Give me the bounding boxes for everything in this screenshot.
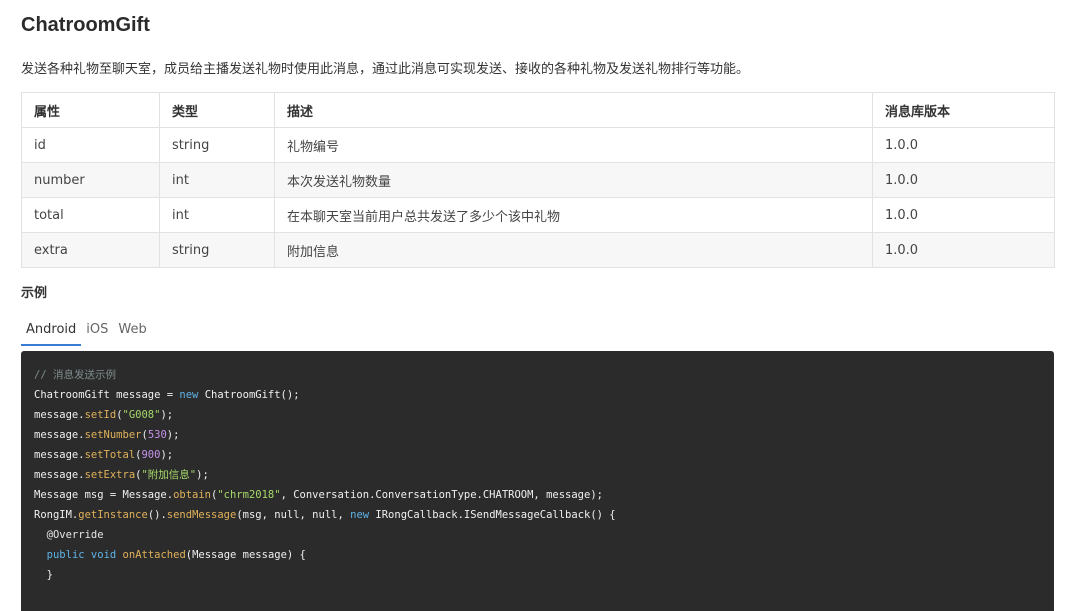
code-token: onAttached — [122, 549, 186, 561]
column-header-property: 属性 — [21, 92, 160, 128]
code-token: ); — [160, 449, 174, 461]
cell-type: int — [159, 162, 275, 198]
code-line: Message msg = Message.obtain("chrm2018",… — [34, 485, 1041, 505]
cell-description: 礼物编号 — [274, 127, 873, 163]
code-token: public — [46, 549, 85, 561]
code-token: new — [350, 509, 370, 521]
code-token: getInstance — [78, 509, 148, 521]
cell-description: 附加信息 — [274, 232, 873, 268]
cell-property: extra — [21, 232, 160, 268]
code-token: message. — [34, 429, 85, 441]
code-token: } — [34, 569, 53, 581]
code-token: (msg, null, null, — [236, 509, 351, 521]
example-section-title: 示例 — [21, 286, 48, 301]
column-header-description: 描述 — [274, 92, 873, 128]
code-token: ChatroomGift(); — [198, 389, 300, 401]
table-row: extra string 附加信息 1.0.0 — [21, 232, 1055, 268]
code-line: message.setExtra("附加信息"); — [34, 465, 1041, 485]
code-line: @Override — [34, 525, 1041, 545]
cell-property: total — [21, 197, 160, 233]
cell-type: int — [159, 197, 275, 233]
code-line: } — [34, 565, 1041, 585]
cell-version: 1.0.0 — [872, 162, 1055, 198]
code-token: setId — [84, 409, 117, 421]
code-token: sendMessage — [166, 509, 237, 521]
code-token: (). — [147, 509, 167, 521]
code-token: ); — [166, 429, 180, 441]
tab-ios[interactable]: iOS — [81, 320, 113, 346]
cell-description: 本次发送礼物数量 — [274, 162, 873, 198]
code-token: IRongCallback.ISendMessageCallback() { — [369, 509, 616, 521]
code-token: ); — [160, 409, 174, 421]
cell-type: string — [159, 232, 275, 268]
code-line: // 消息发送示例 — [34, 365, 1041, 385]
code-token: 530 — [147, 429, 167, 441]
code-token: void — [90, 549, 117, 561]
code-token: setExtra — [84, 469, 136, 481]
code-token: // 消息发送示例 — [34, 369, 116, 381]
code-token: obtain — [173, 489, 212, 501]
code-token: "chrm2018" — [217, 489, 281, 501]
tab-android[interactable]: Android — [21, 320, 82, 346]
doc-page: ChatroomGift 发送各种礼物至聊天室，成员给主播发送礼物时使用此消息，… — [0, 0, 1080, 611]
code-token: new — [179, 389, 199, 401]
code-line: RongIM.getInstance().sendMessage(msg, nu… — [34, 505, 1041, 525]
code-line: message.setId("G008"); — [34, 405, 1041, 425]
page-title: ChatroomGift — [21, 14, 150, 36]
table-row: number int 本次发送礼物数量 1.0.0 — [21, 162, 1055, 198]
code-token: RongIM. — [34, 509, 79, 521]
table-header-row: 属性 类型 描述 消息库版本 — [21, 92, 1055, 128]
code-token: setTotal — [84, 449, 136, 461]
properties-table: 属性 类型 描述 消息库版本 id string 礼物编号 1.0.0 numb… — [21, 92, 1055, 268]
cell-version: 1.0.0 — [872, 232, 1055, 268]
code-line: message.setNumber(530); — [34, 425, 1041, 445]
cell-type: string — [159, 127, 275, 163]
code-token: 900 — [141, 449, 161, 461]
table-row: total int 在本聊天室当前用户总共发送了多少个该中礼物 1.0.0 — [21, 197, 1055, 233]
code-line: message.setTotal(900); — [34, 445, 1041, 465]
cell-property: id — [21, 127, 160, 163]
cell-version: 1.0.0 — [872, 127, 1055, 163]
code-token: setNumber — [84, 429, 142, 441]
code-token: "G008" — [122, 409, 161, 421]
code-token: Message msg = Message. — [34, 489, 174, 501]
code-token: (Message message) { — [185, 549, 306, 561]
column-header-type: 类型 — [159, 92, 275, 128]
code-token: @Override — [34, 529, 104, 541]
code-token: ChatroomGift message = — [34, 389, 180, 401]
column-header-version: 消息库版本 — [872, 92, 1055, 128]
code-token: message. — [34, 469, 85, 481]
code-line: ChatroomGift message = new ChatroomGift(… — [34, 385, 1041, 405]
code-token: message. — [34, 409, 85, 421]
cell-version: 1.0.0 — [872, 197, 1055, 233]
table-row: id string 礼物编号 1.0.0 — [21, 127, 1055, 163]
code-block[interactable]: // 消息发送示例 ChatroomGift message = new Chat… — [21, 351, 1054, 611]
code-token: , Conversation.ConversationType.CHATROOM… — [280, 489, 603, 501]
code-token: message. — [34, 449, 85, 461]
code-token: ); — [196, 469, 209, 481]
platform-tabs: Android iOS Web — [21, 320, 1054, 346]
cell-property: number — [21, 162, 160, 198]
cell-description: 在本聊天室当前用户总共发送了多少个该中礼物 — [274, 197, 873, 233]
code-token: "附加信息" — [141, 469, 197, 481]
code-line: public void onAttached(Message message) … — [34, 545, 1041, 565]
page-description: 发送各种礼物至聊天室，成员给主播发送礼物时使用此消息，通过此消息可实现发送、接收… — [21, 62, 750, 77]
tab-web[interactable]: Web — [113, 320, 151, 346]
